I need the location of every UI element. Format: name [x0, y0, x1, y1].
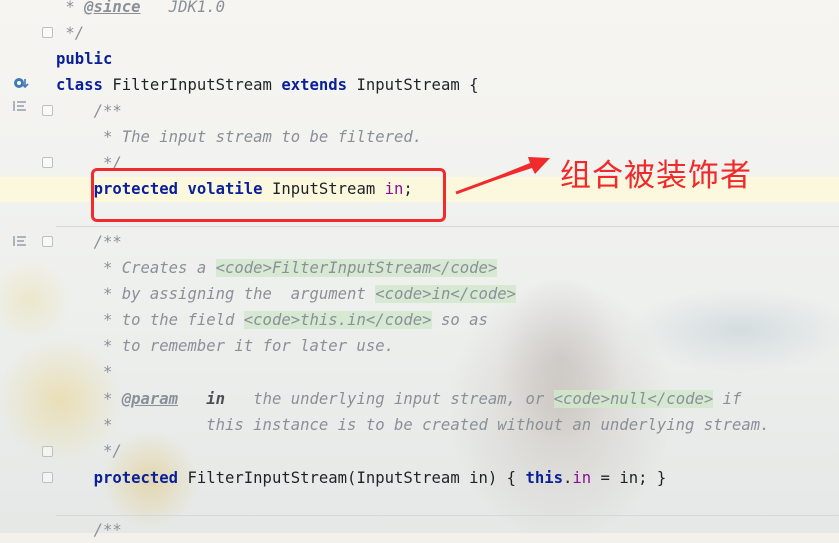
annotation-arrow-icon — [455, 157, 550, 195]
annotation-label: 组合被装饰者 — [560, 158, 752, 194]
